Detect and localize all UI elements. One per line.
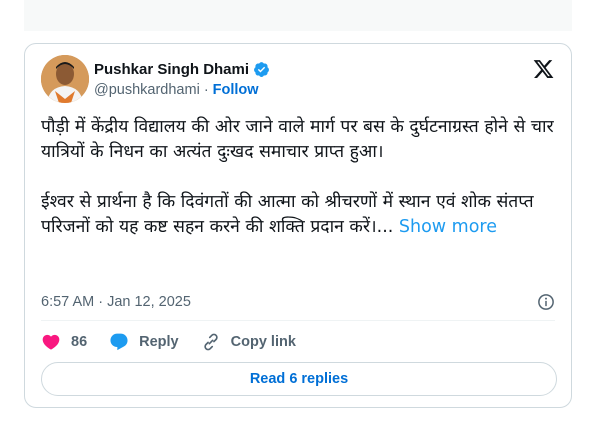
- read-replies-button[interactable]: Read 6 replies: [41, 362, 557, 396]
- tweet-timestamp[interactable]: 6:57 AM · Jan 12, 2025: [41, 294, 191, 310]
- reply-label: Reply: [139, 334, 179, 350]
- copy-link-button[interactable]: Copy link: [201, 332, 296, 352]
- avatar[interactable]: [41, 55, 89, 103]
- tweet-body: पौड़ी में केंद्रीय विद्यालय की ओर जाने व…: [41, 115, 561, 240]
- author-handle[interactable]: @pushkardhami: [94, 82, 200, 98]
- verified-badge-icon: [254, 62, 269, 77]
- copy-link-label: Copy link: [230, 334, 296, 350]
- show-more-link[interactable]: Show more: [399, 217, 497, 237]
- like-button[interactable]: 86: [41, 332, 87, 352]
- like-count: 86: [71, 334, 88, 350]
- tweet-card: Pushkar Singh Dhami @pushkardhami · Foll…: [24, 43, 572, 408]
- previous-embed-strip: [24, 0, 572, 31]
- x-logo-icon[interactable]: [532, 58, 555, 80]
- heart-icon: [42, 334, 60, 350]
- info-icon[interactable]: [537, 293, 555, 311]
- separator-dot: ·: [203, 82, 209, 98]
- author-block: Pushkar Singh Dhami @pushkardhami · Foll…: [94, 60, 270, 98]
- reply-button[interactable]: Reply: [109, 332, 179, 352]
- divider: [41, 320, 555, 321]
- follow-button[interactable]: Follow: [213, 82, 259, 98]
- reply-bubble-icon: [110, 333, 128, 351]
- author-name[interactable]: Pushkar Singh Dhami: [94, 61, 249, 78]
- action-bar: 86 Reply Copy link: [41, 331, 318, 353]
- link-icon: [203, 333, 218, 351]
